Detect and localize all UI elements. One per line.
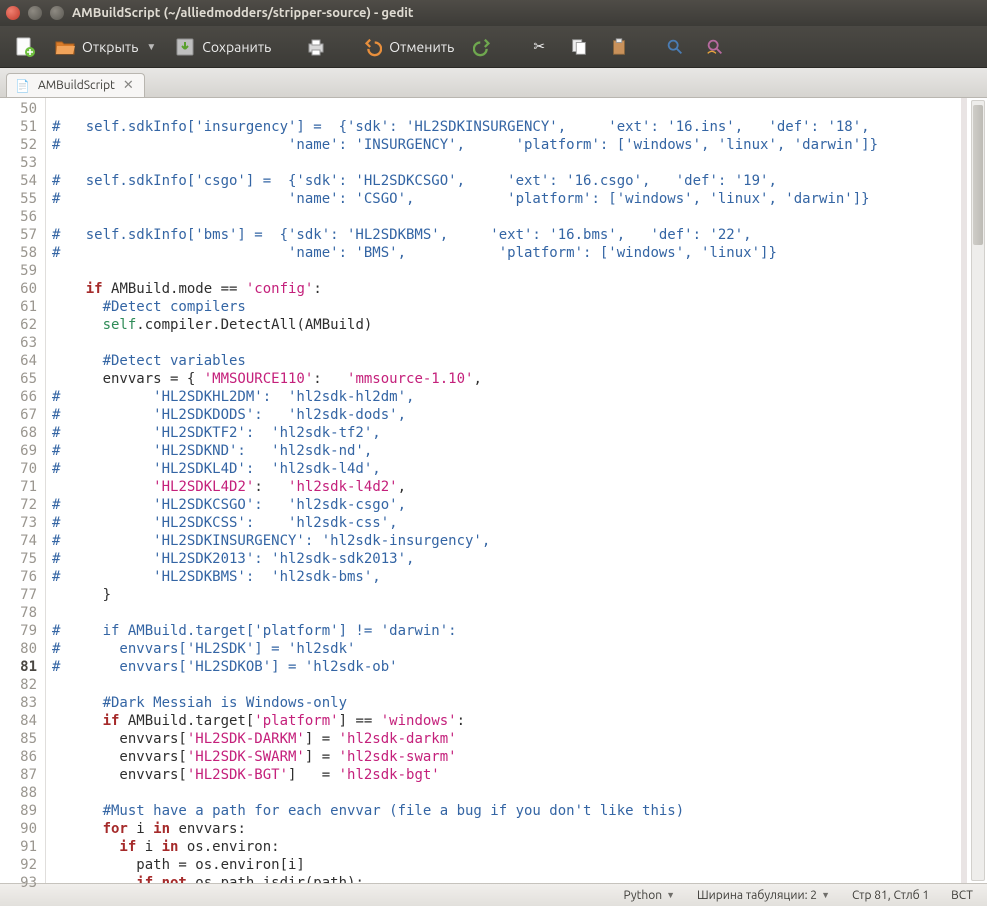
redo-icon [472,36,494,58]
open-button[interactable]: Открыть ▼ [46,32,164,62]
status-bar: Python ▼ Ширина табуляции: 2 ▼ Стр 81, С… [0,883,987,906]
copy-icon [568,36,590,58]
cursor-position: Стр 81, Стлб 1 [852,889,929,902]
search-icon [664,36,686,58]
scissors-icon: ✂ [528,36,550,58]
window-close-button[interactable] [6,6,20,20]
save-icon [174,36,196,58]
tab-width-label: Ширина табуляции: 2 [697,889,817,902]
dropdown-arrow-icon: ▼ [821,890,830,900]
save-button[interactable]: Сохранить [166,32,279,62]
language-selector[interactable]: Python ▼ [624,889,675,902]
cut-button[interactable]: ✂ [520,32,558,62]
new-file-icon [14,36,36,58]
tab-bar: 📄 AMBuildScript ✕ [0,68,987,98]
print-icon [305,36,327,58]
undo-label: Отменить [389,39,454,55]
tab-ambuildscript[interactable]: 📄 AMBuildScript ✕ [6,73,145,97]
redo-button[interactable] [464,32,502,62]
dropdown-arrow-icon: ▼ [146,41,156,53]
save-label: Сохранить [202,39,271,55]
file-icon: 📄 [15,79,30,93]
undo-button[interactable]: Отменить [353,32,462,62]
insert-mode-label: ВСТ [951,889,973,902]
print-button[interactable] [297,32,335,62]
new-file-button[interactable] [6,32,44,62]
tab-label: AMBuildScript [38,79,115,92]
folder-open-icon [54,36,76,58]
undo-icon [361,36,383,58]
vertical-scrollbar[interactable] [971,100,985,881]
cursor-position-label: Стр 81, Стлб 1 [852,889,929,902]
copy-button[interactable] [560,32,598,62]
find-replace-button[interactable] [696,32,734,62]
window-maximize-button[interactable] [50,6,64,20]
right-margin-guide [961,98,967,883]
code-editor[interactable]: # self.sdkInfo['insurgency'] = {'sdk': '… [46,98,987,883]
scrollbar-thumb[interactable] [973,105,983,245]
paste-icon [608,36,630,58]
main-toolbar: Открыть ▼ Сохранить Отменить ✂ [0,26,987,68]
open-label: Открыть [82,39,138,55]
dropdown-arrow-icon: ▼ [666,890,675,900]
language-label: Python [624,889,663,902]
window-titlebar: AMBuildScript (~/alliedmodders/stripper-… [0,0,987,26]
editor-area[interactable]: 5051525354555657585960616263646566676869… [0,98,987,883]
tab-close-icon[interactable]: ✕ [123,78,134,93]
line-number-gutter: 5051525354555657585960616263646566676869… [0,98,46,883]
find-button[interactable] [656,32,694,62]
find-replace-icon [704,36,726,58]
paste-button[interactable] [600,32,638,62]
tab-width-selector[interactable]: Ширина табуляции: 2 ▼ [697,889,830,902]
window-title: AMBuildScript (~/alliedmodders/stripper-… [72,6,414,20]
insert-mode: ВСТ [951,889,973,902]
window-minimize-button[interactable] [28,6,42,20]
